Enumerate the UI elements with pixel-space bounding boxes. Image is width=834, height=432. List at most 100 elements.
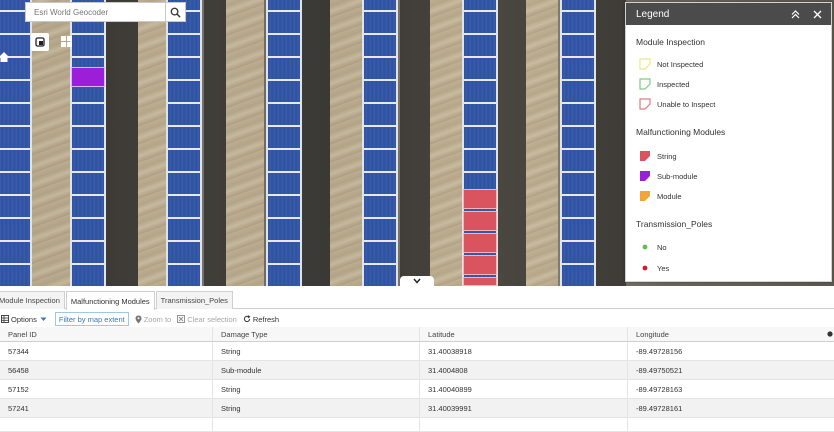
column-header-longitude[interactable]: Longitude <box>628 327 834 341</box>
cell-empty <box>0 418 213 431</box>
options-label: Options <box>11 314 37 324</box>
filter-by-map-extent-button[interactable]: Filter by map extent <box>54 312 129 326</box>
cell-panel-id: 57241 <box>0 399 213 417</box>
point-swatch-icon <box>642 265 648 271</box>
map-terrain <box>400 0 430 286</box>
polygon-swatch-icon <box>640 151 650 161</box>
legend-item-label: Sub-module <box>657 171 698 181</box>
tab-malfunctioning-modules[interactable]: Malfunctioning Modules <box>65 291 155 310</box>
cell-latitude: 31.40038918 <box>420 342 628 360</box>
tab-transmission-poles[interactable]: Transmission_Poles <box>155 291 233 309</box>
map-terrain <box>498 0 526 286</box>
table-row[interactable]: 57344 String 31.40038918 -89.49728156 <box>0 342 834 361</box>
map-terrain <box>138 0 166 286</box>
map-terrain <box>302 0 330 286</box>
chevron-down-icon <box>413 278 421 284</box>
sub-module-highlight[interactable] <box>71 67 105 87</box>
cell-empty <box>213 418 420 431</box>
legend-item-label: Yes <box>657 263 670 273</box>
zoom-label: Zoom to <box>143 314 172 324</box>
cell-damage-type: String <box>213 380 420 398</box>
attribute-table-tabs: Module Inspection Malfunctioning Modules… <box>0 291 834 310</box>
search-icon <box>170 7 181 18</box>
search-button[interactable] <box>165 3 185 21</box>
solar-panel-row <box>70 0 106 286</box>
legend-group-title: Module Inspection <box>636 37 705 47</box>
clear-label: Clear selection <box>187 314 237 324</box>
cell-damage-type: String <box>213 342 420 360</box>
column-header-panel-id[interactable]: Panel ID <box>0 327 213 341</box>
legend-header: Legend <box>626 3 831 25</box>
cell-damage-type: String <box>213 399 420 417</box>
clear-selection-button[interactable]: Clear selection <box>177 312 237 326</box>
cell-longitude: -89.49728161 <box>636 403 683 413</box>
solar-panel-row <box>0 0 32 286</box>
grid-icon <box>60 35 72 47</box>
map-terrain <box>430 0 462 286</box>
table-row[interactable]: 57241 String 31.40039991 -89.49728161 <box>0 399 834 418</box>
legend-item: Inspected <box>639 78 690 90</box>
legend-item-label: Module <box>657 191 682 201</box>
table-row[interactable]: 57152 String 31.40040899 -89.49728163 <box>0 380 834 399</box>
panel-collapse-handle[interactable] <box>400 276 434 286</box>
cell-panel-id: 57344 <box>0 342 213 360</box>
polygon-swatch-icon <box>639 58 651 70</box>
string-highlight[interactable] <box>463 233 497 253</box>
cell-empty <box>628 418 834 431</box>
column-header-damage-type[interactable]: Damage Type <box>213 327 420 341</box>
home-button[interactable] <box>0 48 13 66</box>
cell-longitude: -89.49728156 <box>636 346 683 356</box>
map-terrain <box>204 0 226 286</box>
legend-group-title: Malfunctioning Modules <box>636 127 726 137</box>
table-row-partial <box>0 418 834 432</box>
refresh-button[interactable]: Refresh <box>243 312 279 326</box>
legend-collapse-button[interactable] <box>787 6 803 22</box>
table-row[interactable]: 56458 Sub-module 31.4004808 -89.49750521 <box>0 361 834 380</box>
zoom-to-button[interactable]: Zoom to <box>135 312 172 326</box>
legend-item: Yes <box>639 262 669 274</box>
layers-icon <box>35 37 45 47</box>
legend-item: No <box>639 241 667 253</box>
map-pin-icon <box>135 315 142 323</box>
geocoder-search <box>25 2 186 22</box>
legend-item: Module <box>639 190 682 202</box>
table-toolbar: Options Filter by map extent Zoom to Cle… <box>0 311 834 327</box>
options-button[interactable]: Options <box>1 312 49 326</box>
caret-down-icon <box>40 317 47 321</box>
legend-item-label: String <box>657 151 677 161</box>
polygon-swatch-icon <box>639 98 651 110</box>
double-chevron-up-icon <box>791 9 799 18</box>
attribute-table: Panel ID Damage Type Latitude Longitude … <box>0 327 834 432</box>
legend-item: Not Inspected <box>639 58 703 70</box>
column-menu-icon[interactable] <box>827 331 833 337</box>
map-terrain <box>226 0 264 286</box>
legend-item: String <box>639 150 677 162</box>
map-terrain <box>596 0 626 286</box>
string-highlight[interactable] <box>463 189 497 209</box>
tab-module-inspection[interactable]: Module Inspection <box>0 291 65 309</box>
legend-close-button[interactable] <box>809 6 825 22</box>
column-header-latitude[interactable]: Latitude <box>420 327 628 341</box>
point-swatch-icon <box>642 244 648 250</box>
map-terrain <box>106 0 138 286</box>
cell-empty <box>420 418 628 431</box>
legend-item-label: No <box>657 242 667 252</box>
cell-damage-type: Sub-module <box>213 361 420 379</box>
solar-panel-row <box>362 0 398 286</box>
legend-panel: Legend Module Inspection Not Inspected I… <box>625 2 832 282</box>
legend-title: Legend <box>636 8 670 20</box>
basemap-gallery-button[interactable] <box>31 33 49 51</box>
polygon-swatch-icon <box>639 78 651 90</box>
cell-panel-id: 56458 <box>0 361 213 379</box>
string-highlight[interactable] <box>463 255 497 275</box>
string-highlight[interactable] <box>463 277 497 286</box>
solar-panel-row <box>266 0 302 286</box>
filter-label: Filter by map extent <box>58 314 125 324</box>
legend-group-title: Transmission_Poles <box>636 219 713 229</box>
polygon-swatch-icon <box>640 191 650 201</box>
legend-item-label: Unable to Inspect <box>657 99 716 109</box>
cell-latitude: 31.40040899 <box>420 380 628 398</box>
search-input[interactable] <box>26 3 165 21</box>
string-highlight[interactable] <box>463 211 497 231</box>
grid-apps-button[interactable] <box>57 32 75 50</box>
